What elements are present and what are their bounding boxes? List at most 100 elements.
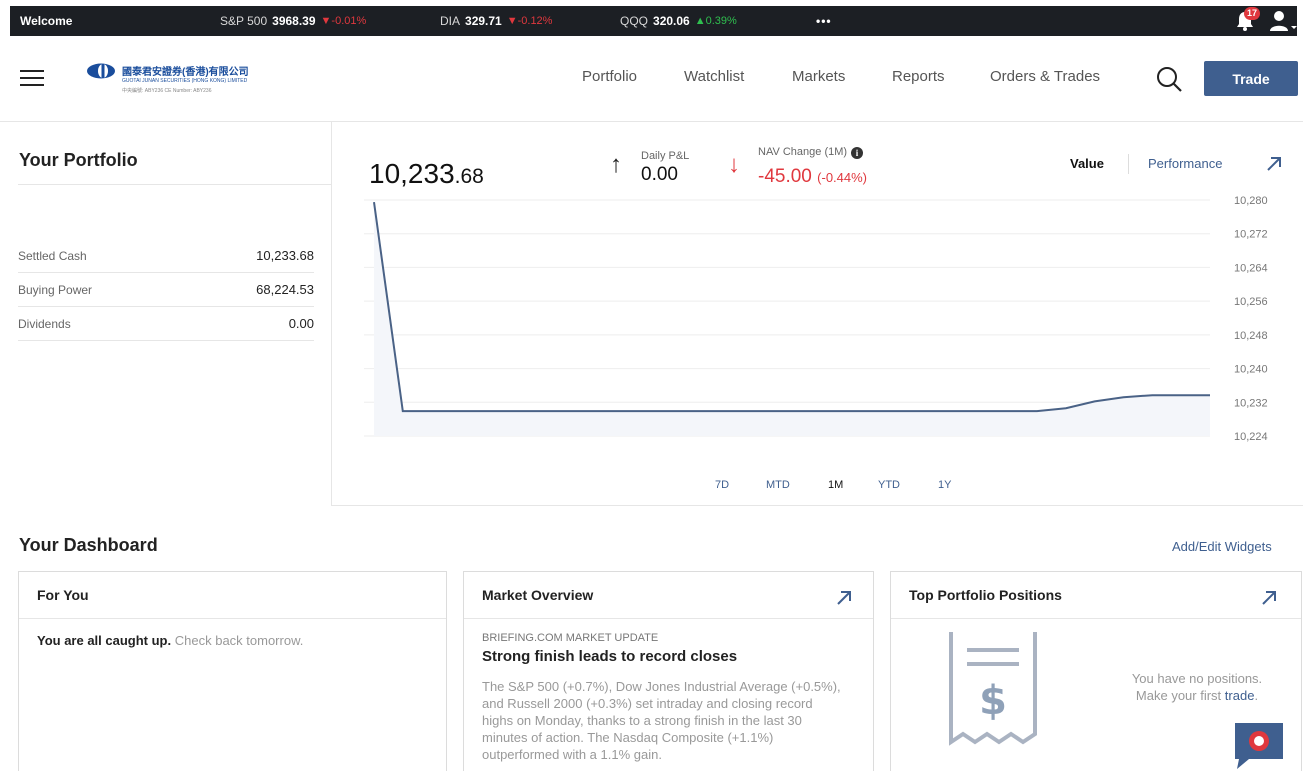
receipt-icon: $ (949, 632, 1037, 746)
first-trade-prompt: Make your first (1135, 688, 1222, 703)
market-overview-card: Market Overview BRIEFING.COM MARKET UPDA… (463, 571, 874, 771)
card-header: Market Overview (464, 572, 873, 619)
toggle-value[interactable]: Value (1070, 156, 1104, 171)
y-tick-label: 10,280 (1234, 195, 1268, 207)
ticker-item-qqq[interactable]: QQQ 320.06 ▲0.39% (620, 14, 737, 28)
expand-arrow-icon[interactable] (1266, 156, 1282, 172)
portfolio-row-dividends: Dividends 0.00 (18, 307, 314, 341)
period-1y[interactable]: 1Y (938, 479, 951, 491)
arrow-up-icon: ↑ (610, 151, 622, 178)
dashboard-title: Your Dashboard (19, 535, 158, 555)
no-positions-line: You have no positions. (1131, 671, 1263, 686)
for-you-card: For You You are all caught up. Check bac… (18, 571, 447, 771)
nav-change-label: NAV Change (1M) i (758, 146, 864, 159)
news-body: The S&P 500 (+0.7%), Dow Jones Industria… (482, 679, 841, 762)
svg-text:$: $ (979, 678, 1007, 724)
more-tickers-button[interactable]: ••• (816, 14, 832, 28)
ticker-price: 3968.39 (272, 14, 316, 28)
nav-orders-trades[interactable]: Orders & Trades (990, 68, 1100, 85)
notification-badge: 17 (1244, 7, 1261, 20)
row-value: 10,233.68 (256, 248, 314, 263)
row-value: 68,224.53 (256, 282, 314, 297)
portfolio-row-buying-power: Buying Power 68,224.53 (18, 273, 314, 307)
welcome-text: Welcome (20, 14, 73, 28)
nav-watchlist[interactable]: Watchlist (684, 68, 744, 85)
ticker-change: ▼-0.12% (506, 15, 553, 27)
y-tick-label: 10,272 (1234, 229, 1268, 241)
portfolio-row-settled-cash: Settled Cash 10,233.68 (18, 239, 314, 273)
nav-value: 10,233.68 (369, 158, 484, 190)
y-tick-label: 10,224 (1234, 431, 1268, 443)
nav-value-integer: 10,233 (369, 158, 455, 189)
ticker-symbol: S&P 500 (220, 14, 268, 28)
trade-button[interactable]: Trade (1204, 61, 1298, 96)
y-tick-label: 10,264 (1234, 262, 1268, 274)
y-tick-label: 10,232 (1234, 397, 1268, 409)
y-tick-label: 10,240 (1234, 364, 1268, 376)
ticker-change: ▲0.39% (694, 15, 737, 27)
card-header: Top Portfolio Positions (891, 572, 1301, 619)
menu-icon[interactable] (20, 70, 44, 86)
period-mtd[interactable]: MTD (766, 479, 790, 491)
nav-change-label-text: NAV Change (1M) (758, 146, 848, 158)
add-edit-widgets-link[interactable]: Add/Edit Widgets (1172, 539, 1272, 554)
logo-mark-icon (87, 63, 115, 79)
chart-area-fill (374, 202, 1210, 436)
nav-change-value: -45.00 (-0.44%) (758, 166, 867, 188)
card-title: Market Overview (482, 587, 594, 603)
caught-up-message: You are all caught up. Check back tomorr… (37, 633, 303, 648)
portfolio-title: Your Portfolio (19, 150, 138, 170)
ticker-price: 320.06 (653, 14, 690, 28)
logo-license: 中央編號: ABY236 CE Number: ABY236 (122, 88, 212, 94)
caught-up-bold: You are all caught up. (37, 633, 172, 648)
nav-markets[interactable]: Markets (792, 68, 845, 85)
divider (18, 184, 332, 185)
ticker-price: 329.71 (465, 14, 502, 28)
nav-value-decimal: .68 (454, 165, 484, 188)
news-headline[interactable]: Strong finish leads to record closes (482, 648, 737, 665)
period-ytd[interactable]: YTD (878, 479, 900, 491)
daily-pnl-label: Daily P&L (641, 150, 690, 162)
daily-pnl-value: 0.00 (641, 164, 678, 185)
chat-support-icon[interactable] (1233, 721, 1285, 771)
expand-arrow-icon[interactable] (1261, 590, 1277, 606)
logo-chinese-name: 國泰君安證券(香港)有限公司 (122, 67, 249, 78)
row-label: Dividends (18, 316, 71, 331)
period-1m[interactable]: 1M (828, 479, 843, 491)
toggle-performance[interactable]: Performance (1148, 156, 1222, 171)
portfolio-panel: Your Portfolio Settled Cash 10,233.68 Bu… (0, 122, 332, 506)
main-header: 國泰君安證券(香港)有限公司 GUOTAI JUNAN SECURITIES (… (0, 36, 1303, 122)
no-positions-message: You have no positions. Make your first t… (1113, 670, 1281, 704)
user-icon[interactable] (1269, 10, 1297, 32)
ticker-symbol: QQQ (620, 14, 649, 28)
nav-change-percent: (-0.44%) (817, 170, 868, 185)
row-label: Settled Cash (18, 248, 87, 263)
search-icon[interactable] (1154, 64, 1184, 94)
nav-portfolio[interactable]: Portfolio (582, 68, 637, 85)
first-trade-period: . (1254, 688, 1259, 703)
nav-change-amount: -45.00 (758, 166, 812, 187)
arrow-down-icon: ↓ (728, 151, 740, 178)
caught-up-muted: Check back tomorrow. (174, 633, 304, 648)
ticker-symbol: DIA (440, 14, 461, 28)
nav-reports[interactable]: Reports (892, 68, 945, 85)
ticker-change: ▼-0.01% (320, 15, 367, 27)
expand-arrow-icon[interactable] (836, 590, 852, 606)
card-title: Top Portfolio Positions (909, 587, 1062, 603)
card-title: For You (37, 587, 89, 603)
info-icon[interactable]: i (851, 147, 864, 159)
period-7d[interactable]: 7D (715, 479, 729, 491)
company-logo[interactable]: 國泰君安證券(香港)有限公司 GUOTAI JUNAN SECURITIES (… (86, 63, 249, 94)
card-header: For You (19, 572, 446, 619)
first-trade-link[interactable]: trade (1225, 688, 1255, 703)
row-label: Buying Power (18, 282, 93, 297)
nav-chart-panel: 10,280 10,272 10,264 10,256 10,248 10,240 10,2… (332, 122, 1303, 506)
ticker-item-dia[interactable]: DIA 329.71 ▼-0.12% (440, 14, 552, 28)
row-value: 0.00 (288, 316, 314, 331)
y-tick-label: 10,248 (1234, 330, 1268, 342)
news-source: BRIEFING.COM MARKET UPDATE (482, 632, 659, 644)
logo-english-name: GUOTAI JUNAN SECURITIES (HONG KONG) LIMI… (122, 78, 248, 84)
ticker-bar: Welcome S&P 500 3968.39 ▼-0.01% DIA 329.… (10, 6, 1297, 36)
y-tick-label: 10,256 (1234, 296, 1268, 308)
ticker-item-sp500[interactable]: S&P 500 3968.39 ▼-0.01% (220, 14, 366, 28)
